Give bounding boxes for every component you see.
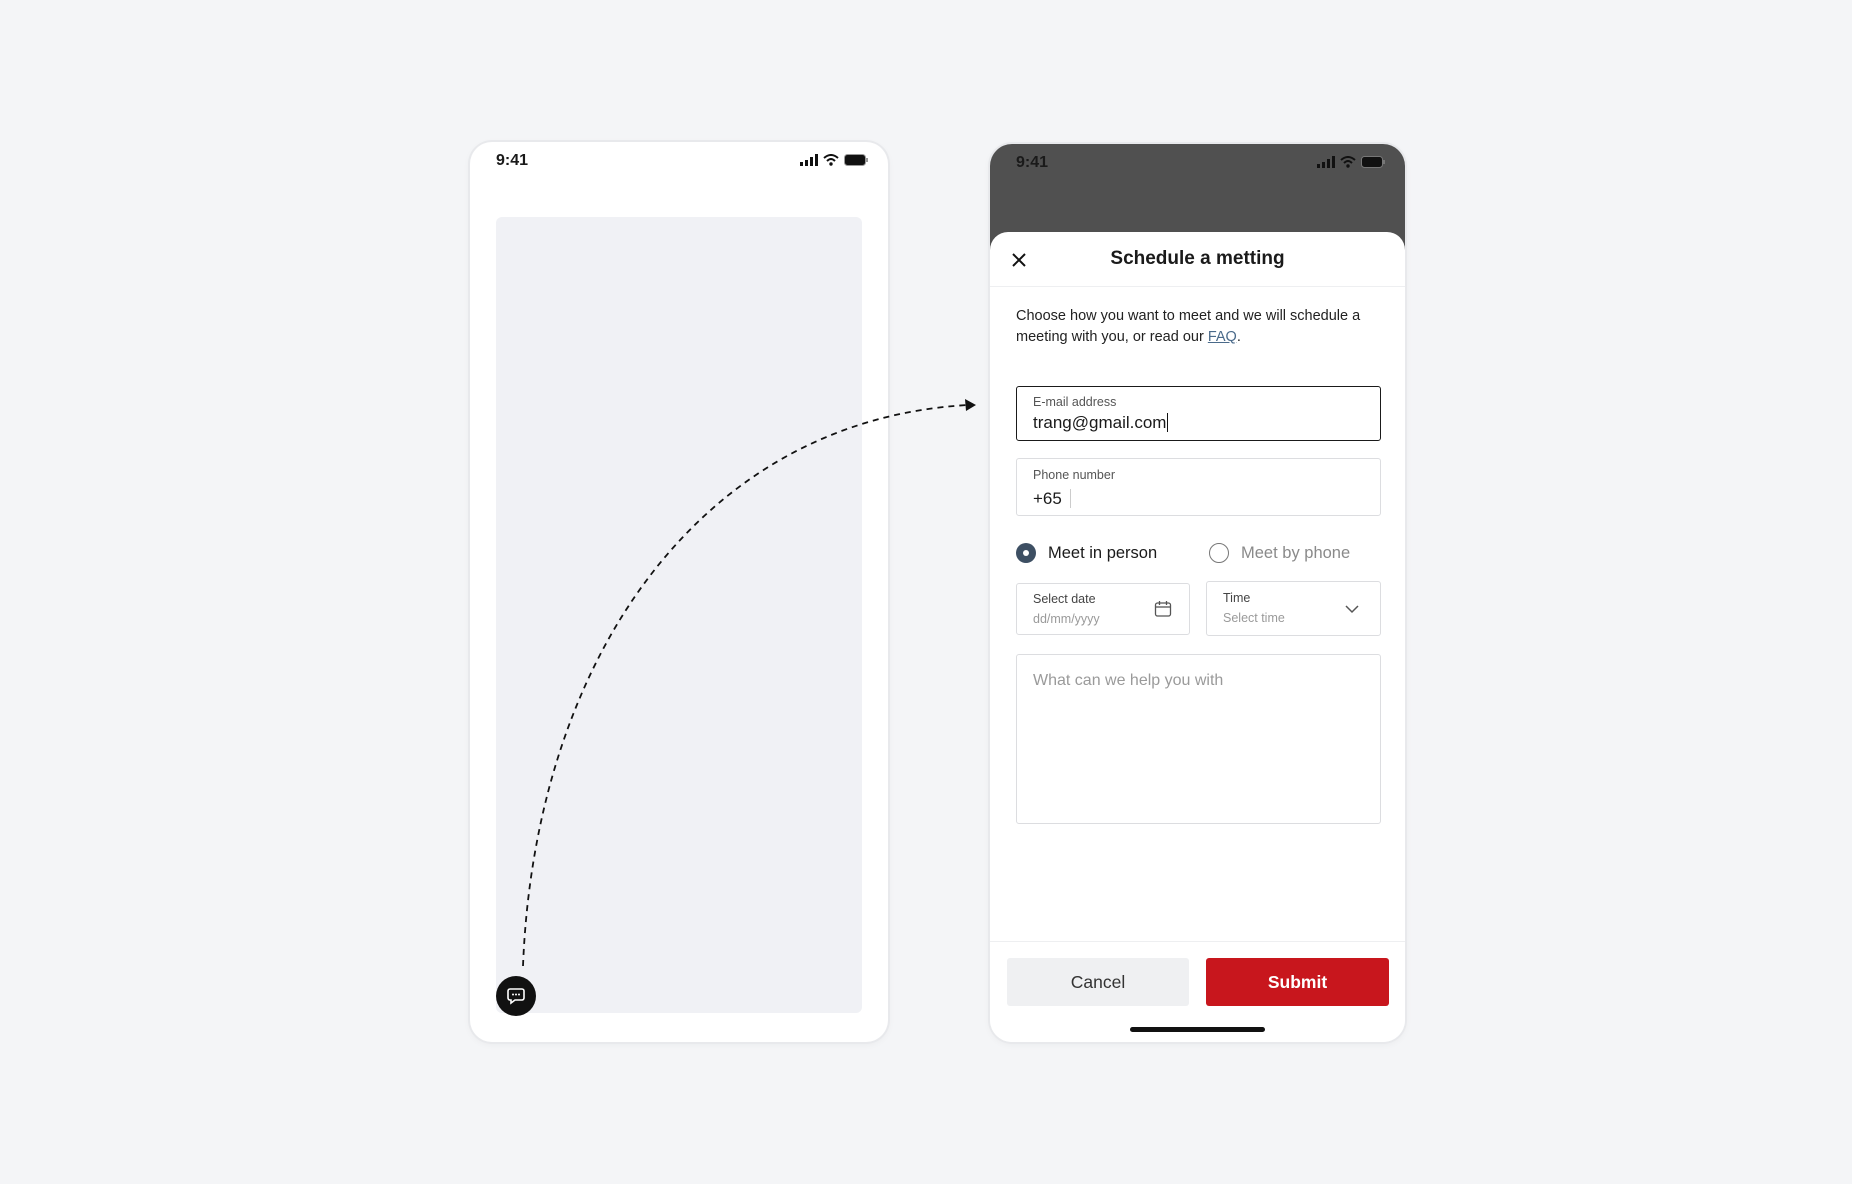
radio-selected-icon (1016, 543, 1036, 563)
bottom-sheet: Schedule a metting Choose how you want t… (990, 232, 1405, 1042)
radio-meet-by-phone[interactable]: Meet by phone (1209, 543, 1350, 563)
signal-icon (1317, 156, 1335, 168)
flow-arrow (522, 399, 976, 967)
status-time: 9:41 (1016, 154, 1049, 171)
message-textarea[interactable]: What can we help you with (1016, 654, 1381, 824)
phone-field[interactable]: Phone number +65 (1016, 458, 1381, 516)
time-select[interactable]: Time Select time (1206, 581, 1381, 636)
sheet-description: Choose how you want to meet and we will … (1016, 308, 1361, 345)
radio-meet-in-person[interactable]: Meet in person (1016, 543, 1157, 563)
battery-icon (1361, 156, 1385, 168)
cancel-button[interactable]: Cancel (1007, 958, 1189, 1006)
chevron-down-icon (1345, 605, 1359, 614)
home-indicator (1130, 1027, 1265, 1032)
status-bar: 9:41 (990, 144, 1405, 184)
wifi-icon (1340, 156, 1356, 168)
phone-prefix: +65 (1033, 489, 1062, 508)
date-field[interactable]: Select date dd/mm/yyyy (1016, 583, 1190, 635)
radio-unselected-icon (1209, 543, 1229, 563)
submit-button[interactable]: Submit (1206, 958, 1389, 1006)
sheet-title: Schedule a metting (1110, 248, 1285, 269)
calendar-icon[interactable] (1154, 600, 1172, 618)
faq-link[interactable]: FAQ (1208, 329, 1237, 345)
phone-schedule-sheet: 9:41 Schedule a metting Choose how you w… (990, 144, 1405, 1042)
email-field[interactable]: E-mail address trang@gmail.com (1016, 386, 1381, 441)
sheet-header: Schedule a metting (990, 232, 1405, 287)
sheet-footer: Cancel Submit (990, 941, 1405, 1042)
